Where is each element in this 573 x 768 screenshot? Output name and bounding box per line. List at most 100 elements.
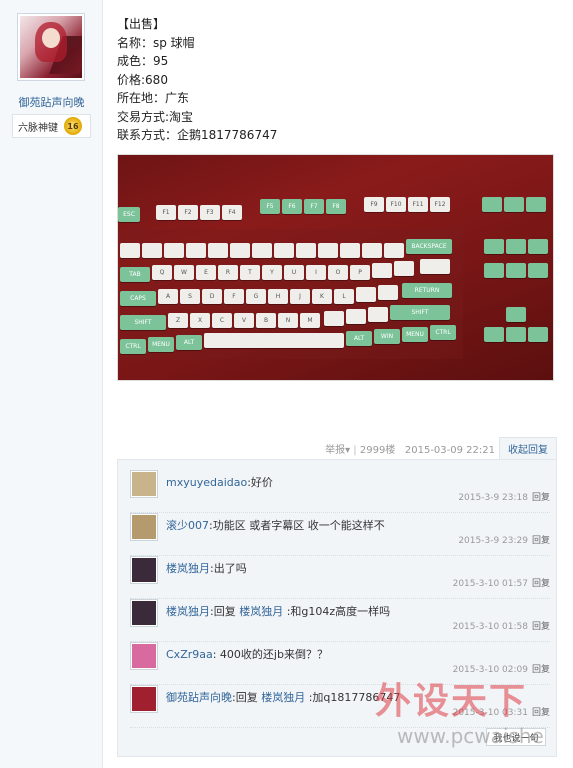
keycap bbox=[340, 243, 360, 258]
keycap: F9 bbox=[364, 197, 384, 212]
comment-meta: 2015-3-9 23:29 回复 bbox=[458, 533, 550, 546]
comment-body: :和g104z高度一样吗 bbox=[283, 605, 391, 618]
comment-item: 楼岚独月:回复 楼岚独月 :和g104z高度一样吗 2015-3-10 01:58… bbox=[130, 599, 550, 642]
username-link[interactable]: 御苑跕声向晚 bbox=[0, 94, 103, 110]
keycap: G bbox=[246, 289, 266, 304]
keycap: Z bbox=[168, 313, 188, 328]
report-link[interactable]: 举报 bbox=[325, 445, 345, 456]
reply-link[interactable]: 回复 bbox=[532, 536, 550, 546]
keycap: CAPS bbox=[120, 291, 156, 306]
keycap bbox=[528, 239, 548, 254]
commenter-name[interactable]: CxZr9aa bbox=[166, 648, 213, 661]
keycap bbox=[394, 261, 414, 276]
commenter-avatar[interactable] bbox=[130, 556, 158, 584]
keycap bbox=[484, 239, 504, 254]
keycap: SHIFT bbox=[120, 315, 166, 330]
floor-number: 2999楼 bbox=[359, 445, 396, 456]
comment-body: :功能区 或者字幕区 收一个能这样不 bbox=[209, 519, 385, 532]
user-avatar[interactable] bbox=[17, 13, 85, 81]
post-action-bar: 举报▾ | 2999楼 2015-03-09 22:21 收起回复 bbox=[117, 437, 557, 459]
post-line: 交易方式:淘宝 bbox=[117, 109, 194, 124]
keycap: SHIFT bbox=[390, 305, 450, 320]
keycap bbox=[372, 263, 392, 278]
keycap: K bbox=[312, 289, 332, 304]
keycap: WIN bbox=[374, 329, 400, 344]
keycap: CTRL bbox=[430, 325, 456, 340]
keycap bbox=[164, 243, 184, 258]
keycap: X bbox=[190, 313, 210, 328]
keycap bbox=[378, 285, 398, 300]
keycap: F5 bbox=[260, 199, 280, 214]
keycap: V bbox=[234, 313, 254, 328]
reply-target-name[interactable]: 楼岚独月 bbox=[239, 605, 283, 618]
comment-meta: 2015-3-9 23:18 回复 bbox=[458, 490, 550, 503]
commenter-avatar[interactable] bbox=[130, 642, 158, 670]
keycap: J bbox=[290, 289, 310, 304]
keycap: F1 bbox=[156, 205, 176, 220]
keycap: F6 bbox=[282, 199, 302, 214]
keycap: M bbox=[300, 313, 320, 328]
keycap: N bbox=[278, 313, 298, 328]
post-line: 价格:680 bbox=[117, 72, 168, 87]
reply-prefix: :回复 bbox=[232, 691, 262, 704]
keycap bbox=[506, 327, 526, 342]
keycap bbox=[318, 243, 338, 258]
keycap: L bbox=[334, 289, 354, 304]
keycap: BACKSPACE bbox=[406, 239, 452, 254]
keycap: P bbox=[350, 265, 370, 280]
reply-link[interactable]: 回复 bbox=[532, 708, 550, 718]
commenter-name[interactable]: 滚少007 bbox=[166, 519, 209, 532]
keycap bbox=[356, 287, 376, 302]
reply-target-name[interactable]: 楼岚独月 bbox=[261, 691, 305, 704]
keyboard-photo[interactable]: ESC F1 F2 F3 F4 F5 F6 F7 F8 F9 F10 F11 F12 BACKSPACE T… bbox=[117, 154, 554, 381]
keycap: F12 bbox=[430, 197, 450, 212]
keycap: MENU bbox=[402, 327, 428, 342]
keycap bbox=[482, 197, 502, 212]
commenter-avatar[interactable] bbox=[130, 685, 158, 713]
keycap bbox=[506, 263, 526, 278]
reply-prefix: :回复 bbox=[210, 605, 240, 618]
reply-link[interactable]: 回复 bbox=[532, 579, 550, 589]
comment-timestamp: 2015-3-9 23:18 bbox=[458, 493, 528, 503]
post-content: 【出售】 名称：sp 球帽 成色：95 价格:680 所在地：广东 交易方式:淘… bbox=[117, 15, 557, 145]
commenter-name[interactable]: 御苑跕声向晚 bbox=[166, 691, 232, 704]
keycap: RETURN bbox=[402, 283, 452, 298]
collapse-replies-button[interactable]: 收起回复 bbox=[499, 437, 557, 459]
commenter-name[interactable]: 楼岚独月 bbox=[166, 562, 210, 575]
comment-meta: 2015-3-10 01:57 回复 bbox=[453, 576, 550, 589]
keycap bbox=[296, 243, 316, 258]
keycap: MENU bbox=[148, 337, 174, 352]
commenter-avatar[interactable] bbox=[130, 470, 158, 498]
keycap: E bbox=[196, 265, 216, 280]
commenter-avatar[interactable] bbox=[130, 513, 158, 541]
chevron-down-icon: ▾ bbox=[345, 445, 351, 456]
add-comment-button[interactable]: 我也说一句 bbox=[486, 728, 546, 746]
keycap: C bbox=[212, 313, 232, 328]
comment-text: 御苑跕声向晚:回复 楼岚独月 :加q1817786747 bbox=[166, 689, 400, 705]
post-line: 名称：sp 球帽 bbox=[117, 35, 195, 50]
keycap bbox=[528, 327, 548, 342]
comment-item: 楼岚独月:出了吗 2015-3-10 01:57 回复 bbox=[130, 556, 550, 599]
comment-item: 御苑跕声向晚:回复 楼岚独月 :加q1817786747 2015-3-10 03… bbox=[130, 685, 550, 728]
commenter-name[interactable]: 楼岚独月 bbox=[166, 605, 210, 618]
reply-link[interactable]: 回复 bbox=[532, 665, 550, 675]
post-line: 【出售】 bbox=[117, 17, 166, 31]
comment-meta: 2015-3-10 02:09 回复 bbox=[453, 662, 550, 675]
comment-body: :加q1817786747 bbox=[305, 691, 401, 704]
rank-title: 六脉神键 bbox=[18, 122, 58, 134]
keycap bbox=[528, 263, 548, 278]
keycap bbox=[230, 243, 250, 258]
reply-link[interactable]: 回复 bbox=[532, 622, 550, 632]
keycap: ALT bbox=[346, 331, 372, 346]
keycap: F2 bbox=[178, 205, 198, 220]
reply-link[interactable]: 回复 bbox=[532, 493, 550, 503]
commenter-avatar[interactable] bbox=[130, 599, 158, 627]
keycap bbox=[346, 309, 366, 324]
keycap bbox=[274, 243, 294, 258]
commenter-name[interactable]: mxyuyedaidao bbox=[166, 476, 247, 489]
comment-timestamp: 2015-3-10 01:58 bbox=[452, 622, 528, 632]
keycap: R bbox=[218, 265, 238, 280]
comment-timestamp: 2015-3-10 03:31 bbox=[452, 708, 528, 718]
keycap bbox=[484, 263, 504, 278]
comment-text: CxZr9aa: 400收的还jb来倒？？ bbox=[166, 646, 328, 662]
